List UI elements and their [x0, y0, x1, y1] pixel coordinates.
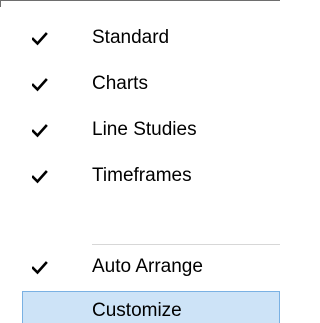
check-icon	[22, 64, 62, 104]
menu-item-customize[interactable]: Customize	[22, 291, 280, 323]
menu-item-line-studies[interactable]: Line Studies	[22, 110, 280, 150]
menu-item-label: Line Studies	[92, 119, 197, 140]
window-edge-border	[0, 0, 280, 1]
toolbar-context-menu-screenshot: Standard Charts Line Studies Timeframes …	[0, 0, 280, 323]
menu-item-label: Timeframes	[92, 165, 192, 186]
check-icon	[22, 110, 62, 150]
check-icon	[22, 247, 62, 287]
context-menu: Standard Charts Line Studies Timeframes …	[22, 18, 280, 323]
check-icon	[22, 156, 62, 196]
menu-item-charts[interactable]: Charts	[22, 64, 280, 104]
check-icon	[22, 18, 62, 58]
menu-separator-highlight	[92, 245, 280, 246]
menu-item-label: Standard	[92, 27, 170, 48]
menu-item-label: Charts	[92, 73, 148, 94]
menu-item-label: Customize	[92, 300, 182, 321]
menu-item-auto-arrange[interactable]: Auto Arrange	[22, 247, 280, 287]
window-edge-tick	[0, 1, 1, 7]
menu-item-label: Auto Arrange	[92, 256, 203, 277]
menu-item-timeframes[interactable]: Timeframes	[22, 156, 280, 196]
menu-item-standard[interactable]: Standard	[22, 18, 280, 58]
